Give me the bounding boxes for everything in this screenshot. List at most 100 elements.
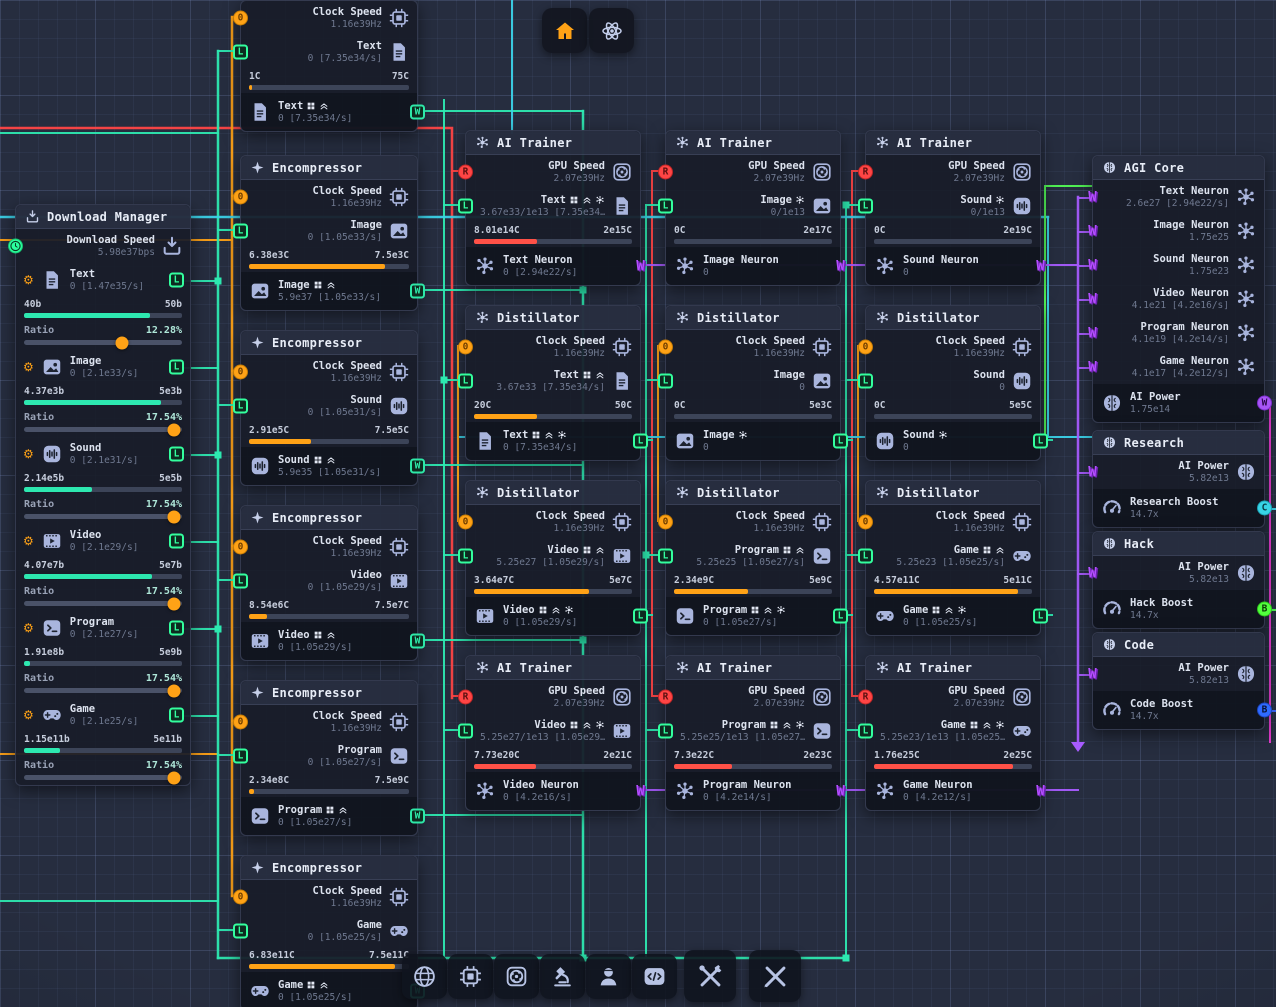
input-port[interactable]: W <box>1085 190 1100 205</box>
node-header[interactable]: Distillator <box>466 481 640 505</box>
input-port[interactable]: L <box>233 574 248 589</box>
slider-knob[interactable] <box>168 423 181 436</box>
coding-button[interactable] <box>632 954 677 999</box>
output-port[interactable]: W <box>633 784 648 799</box>
slider-knob[interactable] <box>168 510 181 523</box>
output-port[interactable]: W <box>833 784 848 799</box>
gear-icon[interactable]: ⚙ <box>23 274 34 286</box>
network-button[interactable] <box>402 954 447 999</box>
output-port[interactable]: C <box>1257 501 1272 516</box>
slider-knob[interactable] <box>115 336 128 349</box>
output-port[interactable]: W <box>1033 784 1048 799</box>
output-port[interactable]: W <box>410 459 425 474</box>
input-port[interactable]: W <box>1085 258 1100 273</box>
hardware-button[interactable] <box>448 954 493 999</box>
output-port[interactable]: B <box>1257 602 1272 617</box>
node-header[interactable]: Distillator <box>466 306 640 330</box>
input-port[interactable]: 0 <box>658 340 673 355</box>
input-port[interactable]: W <box>1085 292 1100 307</box>
ratio-slider[interactable] <box>24 514 182 519</box>
output-port[interactable]: W <box>410 105 425 120</box>
node-header[interactable]: Distillator <box>666 481 840 505</box>
output-port[interactable]: L <box>169 708 184 723</box>
input-port[interactable]: 0 <box>233 890 248 905</box>
node-header[interactable]: Distillator <box>866 481 1040 505</box>
hacker-button[interactable] <box>586 954 631 999</box>
output-port[interactable]: L <box>633 609 648 624</box>
input-port[interactable]: W <box>1085 360 1100 375</box>
output-port[interactable]: W <box>410 809 425 824</box>
research-lab-button[interactable] <box>540 954 585 999</box>
ratio-slider[interactable] <box>24 775 182 780</box>
node-header[interactable]: AI Trainer <box>466 131 640 155</box>
input-port[interactable]: L <box>658 199 673 214</box>
node-header[interactable]: Distillator <box>866 306 1040 330</box>
research-tree-button[interactable] <box>589 8 634 53</box>
node-header[interactable]: AI Trainer <box>666 131 840 155</box>
input-port[interactable]: L <box>658 724 673 739</box>
input-port[interactable]: W <box>1085 566 1100 581</box>
input-port[interactable]: L <box>658 549 673 564</box>
input-port[interactable]: L <box>233 399 248 414</box>
node-header[interactable]: AI Trainer <box>866 656 1040 680</box>
node-header[interactable]: Research <box>1093 431 1264 455</box>
output-port[interactable]: L <box>169 360 184 375</box>
node-header[interactable]: Encompressor <box>241 156 417 180</box>
input-port[interactable]: L <box>233 224 248 239</box>
input-port[interactable]: 0 <box>233 540 248 555</box>
node-header[interactable]: AI Trainer <box>466 656 640 680</box>
output-port[interactable]: W <box>410 634 425 649</box>
node-header[interactable]: AI Trainer <box>666 656 840 680</box>
input-port[interactable]: R <box>858 690 873 705</box>
node-header[interactable]: AI Trainer <box>866 131 1040 155</box>
input-port[interactable]: R <box>658 165 673 180</box>
ratio-slider[interactable] <box>24 601 182 606</box>
slider-knob[interactable] <box>168 771 181 784</box>
input-port[interactable]: 0 <box>233 11 248 26</box>
input-port[interactable]: R <box>458 165 473 180</box>
output-port[interactable]: L <box>169 447 184 462</box>
output-port[interactable]: L <box>169 273 184 288</box>
slider-knob[interactable] <box>168 684 181 697</box>
output-port[interactable]: W <box>1033 259 1048 274</box>
input-port[interactable]: 0 <box>233 190 248 205</box>
input-port[interactable]: R <box>658 690 673 705</box>
input-port[interactable]: 0 <box>458 515 473 530</box>
output-port[interactable]: L <box>1033 609 1048 624</box>
output-port[interactable]: W <box>410 284 425 299</box>
gpu-button[interactable] <box>494 954 539 999</box>
node-header[interactable]: Encompressor <box>241 331 417 355</box>
node-graph-canvas[interactable]: Download ManagerDownload Speed5.98e37bps… <box>0 0 1276 1007</box>
input-port[interactable] <box>8 239 23 254</box>
gear-icon[interactable]: ⚙ <box>23 535 34 547</box>
gear-icon[interactable]: ⚙ <box>23 448 34 460</box>
output-port[interactable]: B <box>1257 703 1272 718</box>
input-port[interactable]: L <box>233 749 248 764</box>
edit-tools-button[interactable] <box>749 950 801 1002</box>
input-port[interactable]: 0 <box>858 515 873 530</box>
node-header[interactable]: Encompressor <box>241 506 417 530</box>
input-port[interactable]: W <box>1085 224 1100 239</box>
input-port[interactable]: L <box>233 924 248 939</box>
input-port[interactable]: W <box>1085 667 1100 682</box>
input-port[interactable]: 0 <box>233 715 248 730</box>
input-port[interactable]: L <box>858 199 873 214</box>
node-header[interactable]: Encompressor <box>241 681 417 705</box>
slider-knob[interactable] <box>168 597 181 610</box>
gear-icon[interactable]: ⚙ <box>23 622 34 634</box>
output-port[interactable]: L <box>1033 434 1048 449</box>
ratio-slider[interactable] <box>24 427 182 432</box>
input-port[interactable]: L <box>858 374 873 389</box>
input-port[interactable]: L <box>458 724 473 739</box>
gear-icon[interactable]: ⚙ <box>23 709 34 721</box>
input-port[interactable]: 0 <box>458 340 473 355</box>
node-header[interactable]: Encompressor <box>241 856 417 880</box>
input-port[interactable]: 0 <box>233 365 248 380</box>
node-header[interactable]: Distillator <box>666 306 840 330</box>
input-port[interactable]: L <box>233 45 248 60</box>
node-header[interactable]: Download Manager <box>16 205 190 229</box>
ratio-slider[interactable] <box>24 688 182 693</box>
input-port[interactable]: 0 <box>858 340 873 355</box>
output-port[interactable]: L <box>833 434 848 449</box>
output-port[interactable]: L <box>169 621 184 636</box>
